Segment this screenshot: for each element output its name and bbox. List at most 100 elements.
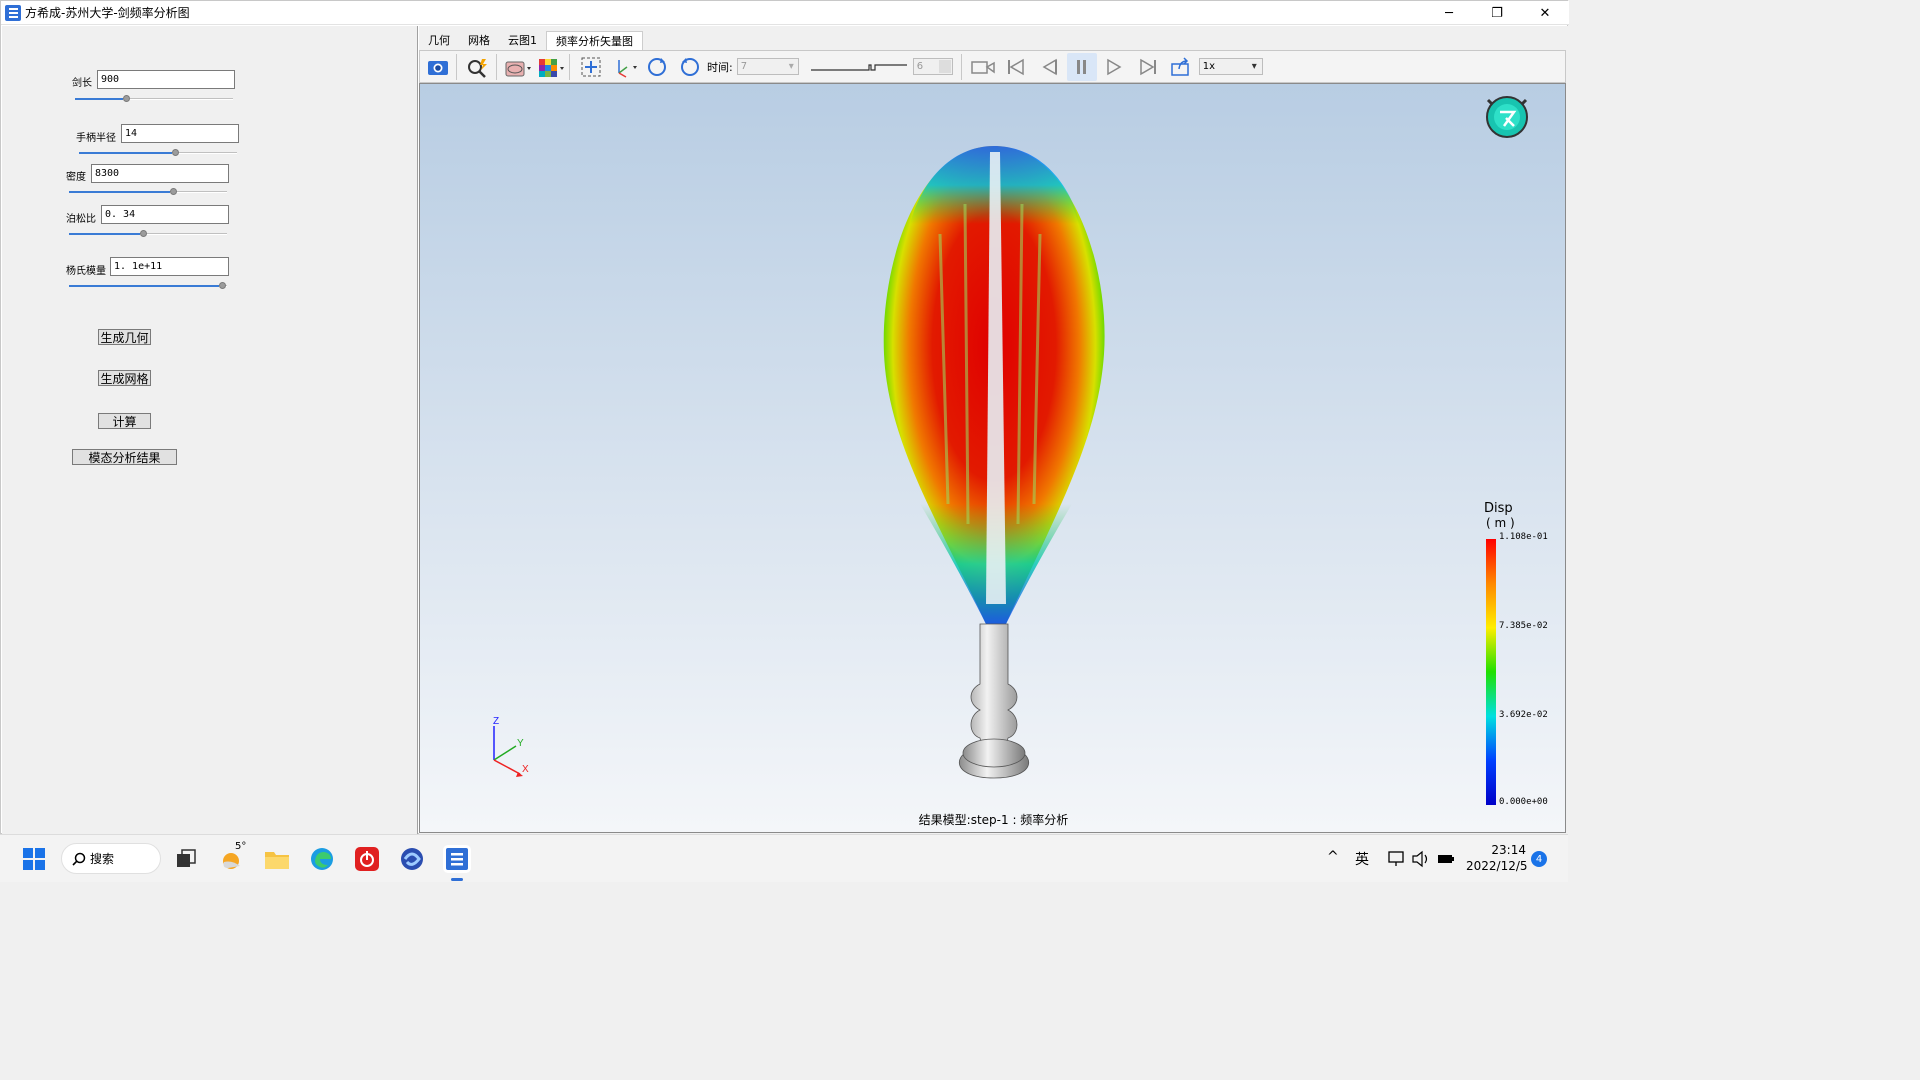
density-slider[interactable] [69,187,227,197]
restore-button[interactable]: ❐ [1473,1,1521,25]
poisson-ratio-input[interactable]: 0. 34 [101,205,229,224]
generate-mesh-button[interactable]: 生成网格 [98,370,151,386]
netease-music-button[interactable] [353,845,381,873]
youngs-modulus-input[interactable]: 1. 1e+11 [110,257,229,276]
window-title: 方希成-苏州大学-剑频率分析图 [25,6,190,20]
axis-view-button[interactable] [609,53,639,81]
axis-triad: Z Y X [493,716,529,777]
color-map-button[interactable] [536,53,566,81]
rotate-cw-button[interactable] [642,53,672,81]
rotate-ccw-icon [681,57,699,76]
windows-icon [23,848,45,870]
slider-thumb[interactable] [140,230,147,237]
prev-frame-button[interactable] [1034,53,1064,81]
time-select[interactable]: 7 ▾ [736,58,799,75]
frame-spinbox[interactable]: 6 [912,58,953,75]
step-curve-icon [810,63,907,71]
edge-browser-button[interactable] [308,845,336,873]
chevron-down-icon: ▾ [788,61,794,72]
handle-radius-input[interactable]: 14 [121,124,239,143]
youngs-modulus-slider[interactable] [69,281,227,291]
slider-thumb[interactable] [170,188,177,195]
system-clock[interactable]: 23:14 2022/12/5 [1466,842,1528,874]
screenshot-button[interactable] [423,53,453,81]
taskbar: 搜索 5° ^ 英 23:14 2022/12/5 4 [0,834,1568,882]
slider-thumb[interactable] [219,282,226,289]
display-mode-button[interactable] [503,53,533,81]
handle-radius-label: 手柄半径 [76,133,116,144]
minimize-button[interactable]: ─ [1425,1,1473,25]
search-box[interactable]: 搜索 [61,843,161,874]
app-icon [5,4,21,21]
active-app-button[interactable] [443,845,471,881]
tab-bar: 几何 网格 云图1 频率分析矢量图 [419,31,643,51]
axis-z-label: Z [493,716,499,727]
sword-length-input[interactable]: 900 [97,70,235,89]
pause-button[interactable] [1066,52,1097,81]
3d-viewport[interactable]: Z Y X Disp ( m ) 1.108e-01 7.385e-02 3.6… [419,83,1566,833]
chevron-down-icon: ▾ [1251,61,1257,72]
last-frame-button[interactable] [1133,53,1163,81]
step-back-icon [1042,58,1057,75]
pause-icon [1076,59,1086,74]
toolbar: 时间: 7 ▾ 6 1x ▾ [419,50,1566,83]
weather-widget[interactable]: 5° [219,841,249,873]
rotate-ccw-button[interactable] [675,53,705,81]
file-explorer-button[interactable] [263,845,291,873]
task-view-button[interactable] [172,845,200,873]
handle-radius-slider[interactable] [79,148,237,158]
tray-overflow-icon[interactable]: ^ [1327,849,1339,865]
poisson-ratio-label: 泊松比 [66,214,96,225]
spinbox-arrows[interactable] [938,60,951,73]
poisson-ratio-slider[interactable] [69,229,227,239]
export-button[interactable] [1166,53,1196,81]
edge-icon [311,848,333,870]
slider-thumb[interactable] [172,149,179,156]
close-button[interactable]: ✕ [1521,1,1569,25]
network-icon[interactable] [1387,850,1407,868]
tab-contour[interactable]: 云图1 [499,31,546,51]
slider-thumb[interactable] [123,95,130,102]
frame-spinbox-value: 6 [916,61,924,72]
step-forward-icon [1106,58,1122,75]
weather-temperature: 5° [233,841,249,852]
app-window: 方希成-苏州大学-剑频率分析图 ─ ❐ ✕ 剑长 900 手柄半径 14 密度 … [0,0,1569,834]
generate-geometry-button[interactable]: 生成几何 [98,329,151,345]
speed-select[interactable]: 1x ▾ [1198,58,1263,75]
tab-frequency-vector[interactable]: 频率分析矢量图 [546,31,643,51]
tab-geometry[interactable]: 几何 [419,31,459,51]
app-launcher-button[interactable] [398,845,426,873]
fit-view-icon [581,57,601,76]
compute-button[interactable]: 计算 [98,413,151,429]
fit-view-button[interactable] [576,53,606,81]
notification-badge[interactable]: 4 [1531,851,1547,867]
volume-icon[interactable] [1411,850,1431,868]
legend-tick: 1.108e-01 [1499,532,1548,542]
legend-color-bar [1486,539,1496,805]
skip-back-icon [1007,58,1024,75]
axis-y-label: Y [517,738,524,749]
search-icon [72,852,86,866]
legend-unit: ( m ) [1486,516,1515,530]
task-view-icon [177,849,196,867]
record-button[interactable] [968,53,998,81]
swirl-app-icon [401,848,423,870]
legend-tick: 0.000e+00 [1499,797,1548,807]
start-button[interactable] [20,845,48,873]
speed-select-value: 1x [1202,61,1215,72]
density-label: 密度 [66,172,86,183]
folder-icon [265,852,289,869]
legend-title: Disp [1484,501,1513,516]
first-frame-button[interactable] [1001,53,1031,81]
next-frame-button[interactable] [1100,53,1130,81]
modal-analysis-result-button[interactable]: 模态分析结果 [72,449,177,465]
rotate-cw-icon [648,57,666,76]
sword-length-slider[interactable] [75,94,233,104]
density-input[interactable]: 8300 [91,164,229,183]
tab-mesh[interactable]: 网格 [459,31,499,51]
search-label: 搜索 [90,852,115,866]
battery-icon[interactable] [1436,850,1456,868]
ime-indicator[interactable]: 英 [1355,849,1369,869]
surface-mode-icon [505,61,531,76]
zoom-fit-button[interactable] [463,53,493,81]
